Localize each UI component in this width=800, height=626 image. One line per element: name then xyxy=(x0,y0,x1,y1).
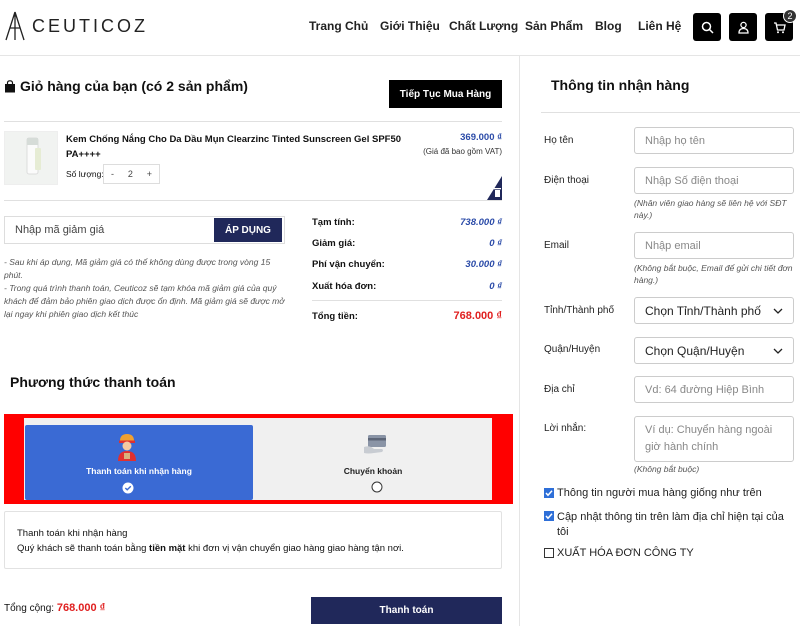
nav-products[interactable]: Sản Phẩm xyxy=(525,19,583,33)
continue-shopping-button[interactable]: Tiếp Tục Mua Hàng xyxy=(389,80,502,108)
logo-mark-icon xyxy=(5,11,25,41)
bank-card-icon xyxy=(364,435,386,454)
vat-note: (Giá đã bao gồm VAT) xyxy=(423,147,502,156)
district-select[interactable]: Chọn Quận/Huyện xyxy=(634,337,794,364)
payment-option-transfer-label: Chuyển khoản xyxy=(343,466,403,476)
subtotal-label: Tạm tính: xyxy=(312,217,355,228)
province-label: Tỉnh/Thành phố xyxy=(544,305,615,316)
chevron-down-icon xyxy=(773,308,783,314)
company-invoice-checkbox[interactable]: XUẤT HÓA ĐƠN CÔNG TY xyxy=(544,547,694,559)
name-input[interactable]: Nhập họ tên xyxy=(634,127,794,154)
coupon-notes: - Sau khi áp dụng, Mã giảm giá có thể kh… xyxy=(4,257,285,319)
nav-home[interactable]: Trang Chủ xyxy=(309,19,368,33)
shipping-fee-label: Phí vận chuyển: xyxy=(312,259,385,270)
checked-circle-icon xyxy=(122,482,134,494)
grand-total: Tổng cộng: 768.000 ₫ xyxy=(4,602,105,614)
email-hint: (Không bắt buộc, Email để gửi chi tiết đ… xyxy=(634,263,793,285)
divider xyxy=(312,300,502,301)
quantity-decrease-button[interactable]: - xyxy=(111,169,114,179)
shopping-bag-icon xyxy=(5,79,15,92)
shipping-fee-value: 30.000 ₫ xyxy=(465,259,502,270)
message-textarea[interactable]: Ví dụ: Chuyển hàng ngoài giờ hành chính xyxy=(634,416,794,462)
email-input[interactable]: Nhập email xyxy=(634,232,794,259)
province-select-value: Chọn Tỉnh/Thành phố xyxy=(645,303,761,318)
message-hint: (Không bắt buộc) xyxy=(634,464,700,474)
same-buyer-checkbox[interactable]: Thông tin người mua hàng giống như trên xyxy=(544,487,762,499)
account-button[interactable] xyxy=(729,13,757,41)
logo[interactable]: CEUTICOZ xyxy=(4,10,148,42)
nav-contact[interactable]: Liên Hệ xyxy=(638,19,681,33)
quantity-label: Số lượng: xyxy=(66,169,104,179)
name-label: Họ tên xyxy=(544,135,574,146)
cart-title-text: Giỏ hàng của bạn (có 2 sản phẩm) xyxy=(20,78,248,94)
message-label: Lời nhắn: xyxy=(544,423,587,434)
invoice-fee-label: Xuất hóa đơn: xyxy=(312,281,377,292)
payment-option-cod-label: Thanh toán khi nhận hàng xyxy=(86,466,192,476)
nav-blog[interactable]: Blog xyxy=(595,19,622,33)
phone-label: Điện thoại xyxy=(544,175,590,186)
radio-empty-icon xyxy=(371,481,383,493)
item-price: 369.000 ₫ xyxy=(460,132,502,143)
checkbox-checked-icon[interactable] xyxy=(544,511,554,521)
product-name[interactable]: Kem Chống Nắng Cho Da Dầu Mụn Clearzinc … xyxy=(66,132,406,162)
subtotal-value: 738.000 ₫ xyxy=(460,217,502,228)
cart-count-badge: 2 xyxy=(783,9,797,23)
quantity-stepper: - 2 + xyxy=(103,164,160,184)
apply-coupon-button[interactable]: ÁP DỤNG xyxy=(214,218,282,242)
divider xyxy=(4,200,502,201)
cart-title: Giỏ hàng của bạn (có 2 sản phẩm) xyxy=(4,78,248,94)
update-address-label: Cập nhật thông tin trên làm địa chỉ hiện… xyxy=(557,511,784,538)
address-label: Địa chỉ xyxy=(544,384,575,395)
search-icon xyxy=(701,21,714,34)
grand-total-value: 768.000 ₫ xyxy=(56,602,106,614)
desc-suffix: khi đơn vị vận chuyển giao hàng giao hàn… xyxy=(188,543,404,554)
payment-description: Thanh toán khi nhận hàng Quý khách sẽ th… xyxy=(4,511,502,569)
nav-about[interactable]: Giới Thiệu xyxy=(380,19,440,33)
address-input[interactable]: Vd: 64 đường Hiệp Bình xyxy=(634,376,794,403)
same-buyer-label: Thông tin người mua hàng giống như trên xyxy=(557,487,762,499)
payment-option-cod[interactable]: Thanh toán khi nhận hàng xyxy=(25,425,253,500)
chevron-down-icon xyxy=(773,348,783,354)
quantity-increase-button[interactable]: + xyxy=(147,169,152,179)
invoice-fee-value: 0 ₫ xyxy=(489,281,502,292)
desc-prefix: Quý khách sẽ thanh toán bằng xyxy=(17,543,147,554)
product-image[interactable] xyxy=(4,131,58,185)
user-icon xyxy=(737,21,749,34)
divider xyxy=(4,121,502,122)
phone-input[interactable]: Nhập Số điện thoại xyxy=(634,167,794,194)
discount-label: Giảm giá: xyxy=(312,238,356,249)
nav-quality[interactable]: Chất Lượng xyxy=(449,19,518,33)
site-header: CEUTICOZ Trang Chủ Giới Thiệu Chất Lượng… xyxy=(0,0,800,56)
logo-text: CEUTICOZ xyxy=(32,15,148,36)
update-address-checkbox[interactable]: Cập nhật thông tin trên làm địa chỉ hiện… xyxy=(544,510,794,540)
checkout-button[interactable]: Thanh toán xyxy=(311,597,502,624)
discount-value: 0 ₫ xyxy=(489,238,502,249)
cart-button[interactable]: 2 xyxy=(765,9,797,41)
total-value: 768.000 ₫ xyxy=(453,310,502,322)
email-label: Email xyxy=(544,240,570,251)
checkbox-unchecked-icon[interactable] xyxy=(544,548,554,558)
column-divider xyxy=(519,56,520,626)
quantity-value[interactable]: 2 xyxy=(128,169,133,179)
desc-bold: tiền mặt xyxy=(149,543,186,554)
payment-description-text: Quý khách sẽ thanh toán bằng tiền mặt kh… xyxy=(17,541,489,556)
checkbox-checked-icon[interactable] xyxy=(544,488,554,498)
search-button[interactable] xyxy=(693,13,721,41)
company-invoice-label: XUẤT HÓA ĐƠN CÔNG TY xyxy=(557,547,694,559)
payment-description-title: Thanh toán khi nhận hàng xyxy=(17,528,128,539)
phone-hint: (Nhân viên giao hàng sẽ liên hệ với SĐT … xyxy=(634,198,787,220)
delivery-person-icon xyxy=(118,434,136,461)
district-select-value: Chọn Quận/Huyện xyxy=(645,343,745,358)
payment-method-title: Phương thức thanh toán xyxy=(10,374,176,390)
sunscreen-tube-icon xyxy=(26,137,41,175)
total-label: Tổng tiền: xyxy=(312,311,358,322)
grand-total-label: Tổng cộng: xyxy=(4,603,55,614)
trash-icon[interactable] xyxy=(487,176,502,200)
shipping-info-title: Thông tin nhận hàng xyxy=(551,77,690,93)
district-label: Quận/Huyện xyxy=(544,344,601,355)
divider xyxy=(541,112,800,113)
payment-option-transfer[interactable]: Chuyển khoản xyxy=(254,425,492,500)
cart-icon xyxy=(773,21,786,33)
province-select[interactable]: Chọn Tỉnh/Thành phố xyxy=(634,297,794,324)
